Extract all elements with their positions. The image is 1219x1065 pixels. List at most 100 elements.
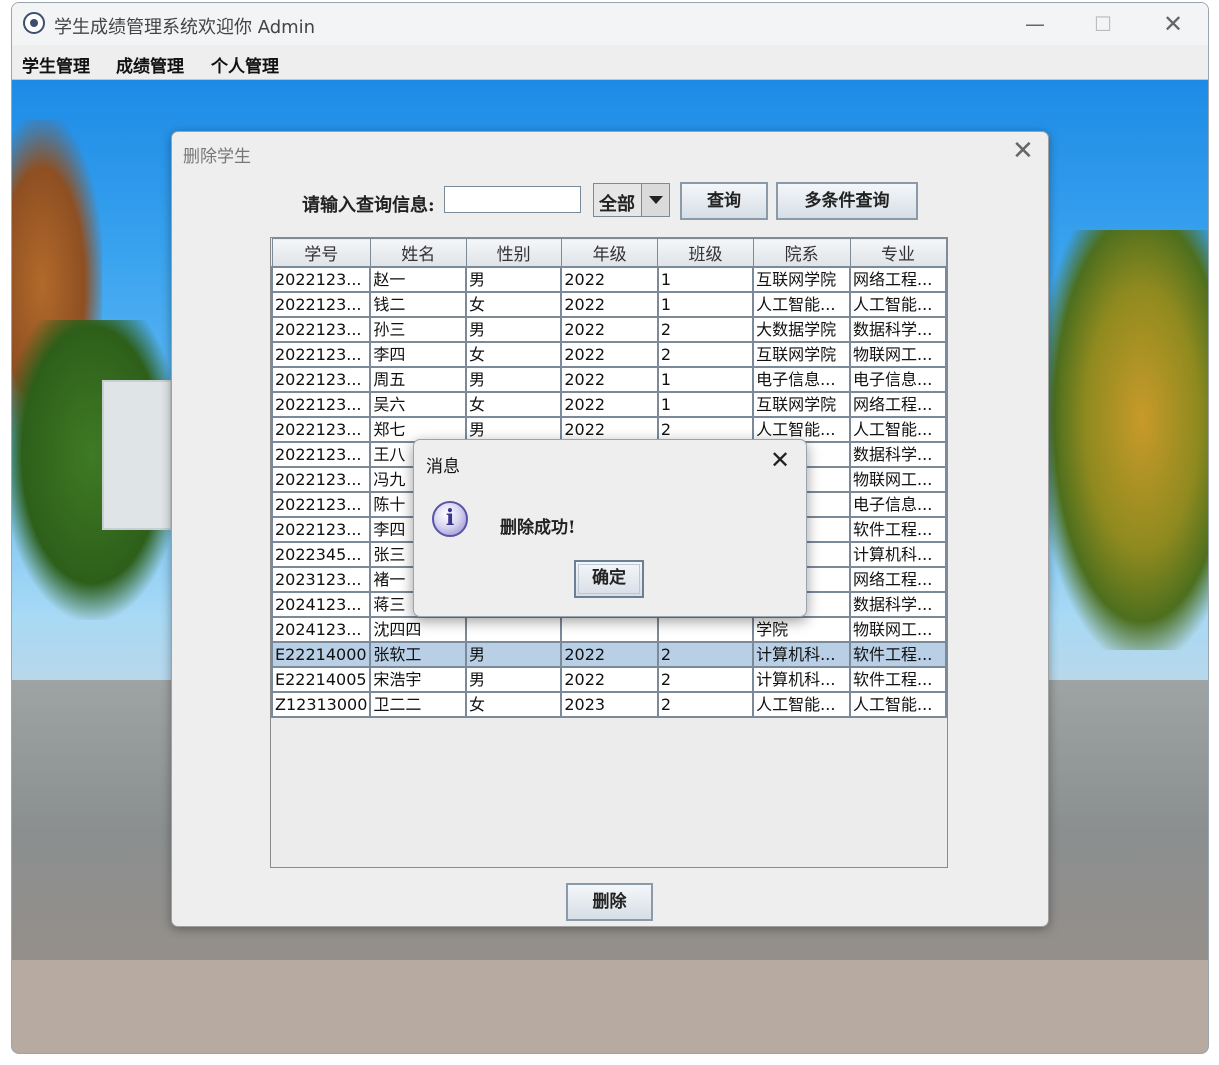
table-cell[interactable]: 大数据学院 <box>752 316 852 343</box>
table-cell[interactable]: 女 <box>465 341 563 368</box>
dialog-close-button[interactable]: ✕ <box>1012 136 1034 166</box>
table-cell[interactable]: 男 <box>465 666 563 693</box>
table-cell[interactable]: 2022 <box>560 641 659 668</box>
table-cell[interactable]: 男 <box>465 641 563 668</box>
table-cell[interactable]: 1 <box>656 266 755 293</box>
column-header[interactable]: 年级 <box>560 238 659 268</box>
table-cell[interactable]: E22214005 <box>271 666 372 693</box>
table-cell[interactable]: 软件工程... <box>849 666 947 693</box>
table-row[interactable]: 2022123... 李四女 2022 2 互联网学院 物联网工... <box>271 341 947 368</box>
table-cell[interactable]: 2022 <box>560 366 659 393</box>
table-cell[interactable]: 计算机科... <box>752 666 852 693</box>
table-cell[interactable]: 2022123... <box>271 391 372 418</box>
column-header[interactable]: 院系 <box>752 238 851 268</box>
table-cell[interactable]: 2022 <box>560 291 659 318</box>
table-cell[interactable]: 2022123... <box>271 341 372 368</box>
table-cell[interactable]: 2024123... <box>271 591 372 618</box>
table-row[interactable]: 2022123... 钱二女 2022 1 人工智能... 人工智能... <box>271 291 947 318</box>
table-cell[interactable]: 物联网工... <box>849 466 947 493</box>
search-input[interactable] <box>444 186 581 213</box>
table-row[interactable]: 2022123... 周五男 2022 1 电子信息... 电子信息... <box>271 366 947 393</box>
table-cell[interactable]: 吴六 <box>369 391 468 418</box>
table-cell[interactable]: 计算机科... <box>752 641 852 668</box>
table-cell[interactable]: 互联网学院 <box>752 341 852 368</box>
table-cell[interactable]: 2022123... <box>271 466 372 493</box>
table-cell[interactable]: 网络工程... <box>849 391 947 418</box>
table-cell[interactable]: 2 <box>656 641 755 668</box>
table-cell[interactable]: 沈四四 <box>369 616 468 643</box>
table-cell[interactable]: 2022345... <box>271 541 372 568</box>
table-cell[interactable]: 2022123... <box>271 516 372 543</box>
table-cell[interactable]: 女 <box>465 691 563 718</box>
table-cell[interactable]: 人工智能... <box>752 691 852 718</box>
table-cell[interactable]: 宋浩宇 <box>369 666 468 693</box>
message-close-button[interactable]: ✕ <box>770 446 790 474</box>
table-cell[interactable]: 周五 <box>369 366 468 393</box>
table-cell[interactable]: 男 <box>465 316 563 343</box>
table-row[interactable]: 2022123... 吴六女 2022 1 互联网学院 网络工程... <box>271 391 947 418</box>
table-cell[interactable]: 2022 <box>560 266 659 293</box>
table-cell[interactable]: 1 <box>656 391 755 418</box>
column-header[interactable]: 班级 <box>657 238 754 268</box>
table-cell[interactable]: 2022 <box>560 316 659 343</box>
menu-student-management[interactable]: 学生管理 <box>22 52 90 77</box>
table-cell[interactable]: 李四 <box>369 341 468 368</box>
multi-query-button[interactable]: 多条件查询 <box>776 182 918 220</box>
table-cell[interactable]: 数据科学... <box>849 316 947 343</box>
delete-button[interactable]: 删除 <box>566 883 653 921</box>
table-row[interactable]: Z12313000 卫二二女 2023 2 人工智能... 人工智能... <box>271 691 947 718</box>
table-cell[interactable]: 互联网学院 <box>752 391 852 418</box>
table-cell[interactable]: 网络工程... <box>849 266 947 293</box>
table-cell[interactable]: 2023123... <box>271 566 372 593</box>
table-cell[interactable]: 人工智能... <box>849 291 947 318</box>
table-cell[interactable]: 计算机科... <box>849 541 947 568</box>
table-cell[interactable]: 人工智能... <box>849 416 947 443</box>
table-row[interactable]: 2022123... 赵一男 2022 1 互联网学院 网络工程... <box>271 266 947 293</box>
table-cell[interactable]: 孙三 <box>369 316 468 343</box>
table-cell[interactable]: 2022123... <box>271 291 372 318</box>
table-cell[interactable]: 电子信息... <box>752 366 852 393</box>
table-cell[interactable]: 2022 <box>560 666 659 693</box>
table-cell[interactable]: 电子信息... <box>849 366 947 393</box>
table-cell[interactable]: 2 <box>656 341 755 368</box>
table-cell[interactable]: 2022 <box>560 341 659 368</box>
table-cell[interactable]: 学院 <box>752 616 852 643</box>
table-cell[interactable]: 电子信息... <box>849 491 947 518</box>
table-cell[interactable]: 数据科学... <box>849 591 947 618</box>
table-cell[interactable]: 人工智能... <box>849 691 947 718</box>
table-cell[interactable]: 2022123... <box>271 266 372 293</box>
table-cell[interactable]: 网络工程... <box>849 566 947 593</box>
table-row[interactable]: 2024123... 沈四四 学院 物联网工... <box>271 616 947 643</box>
table-cell[interactable]: 1 <box>656 366 755 393</box>
table-cell[interactable]: 2022123... <box>271 491 372 518</box>
table-cell[interactable]: 2022123... <box>271 316 372 343</box>
filter-select[interactable]: 全部 <box>593 183 670 217</box>
table-cell[interactable]: 2 <box>656 316 755 343</box>
table-cell[interactable]: 女 <box>465 391 563 418</box>
table-cell[interactable]: 互联网学院 <box>752 266 852 293</box>
menu-grade-management[interactable]: 成绩管理 <box>116 52 184 77</box>
table-cell[interactable]: 2022123... <box>271 441 372 468</box>
table-cell[interactable]: 数据科学... <box>849 441 947 468</box>
column-header[interactable]: 学号 <box>271 238 371 268</box>
table-cell[interactable]: 人工智能... <box>752 291 852 318</box>
table-row[interactable]: E22214000 张软工男 2022 2 计算机科... 软件工程... <box>271 641 947 668</box>
table-cell[interactable]: 张软工 <box>369 641 468 668</box>
minimize-button[interactable]: — <box>1002 3 1068 45</box>
table-cell[interactable]: E22214000 <box>271 641 372 668</box>
table-cell[interactable]: 男 <box>465 366 563 393</box>
table-cell[interactable]: 2 <box>656 666 755 693</box>
table-cell[interactable]: 软件工程... <box>849 641 947 668</box>
ok-button[interactable]: 确定 <box>574 560 644 598</box>
query-button[interactable]: 查询 <box>680 182 768 220</box>
table-cell[interactable]: 物联网工... <box>849 616 947 643</box>
table-cell[interactable]: 钱二 <box>369 291 468 318</box>
table-cell[interactable] <box>560 616 659 643</box>
table-cell[interactable]: 女 <box>465 291 563 318</box>
table-row[interactable]: 2022123... 孙三男 2022 2 大数据学院 数据科学... <box>271 316 947 343</box>
menu-personal-management[interactable]: 个人管理 <box>211 52 279 77</box>
table-row[interactable]: E22214005 宋浩宇男 2022 2 计算机科... 软件工程... <box>271 666 947 693</box>
table-cell[interactable]: 男 <box>465 266 563 293</box>
table-cell[interactable]: 2023 <box>560 691 659 718</box>
table-cell[interactable] <box>465 616 563 643</box>
